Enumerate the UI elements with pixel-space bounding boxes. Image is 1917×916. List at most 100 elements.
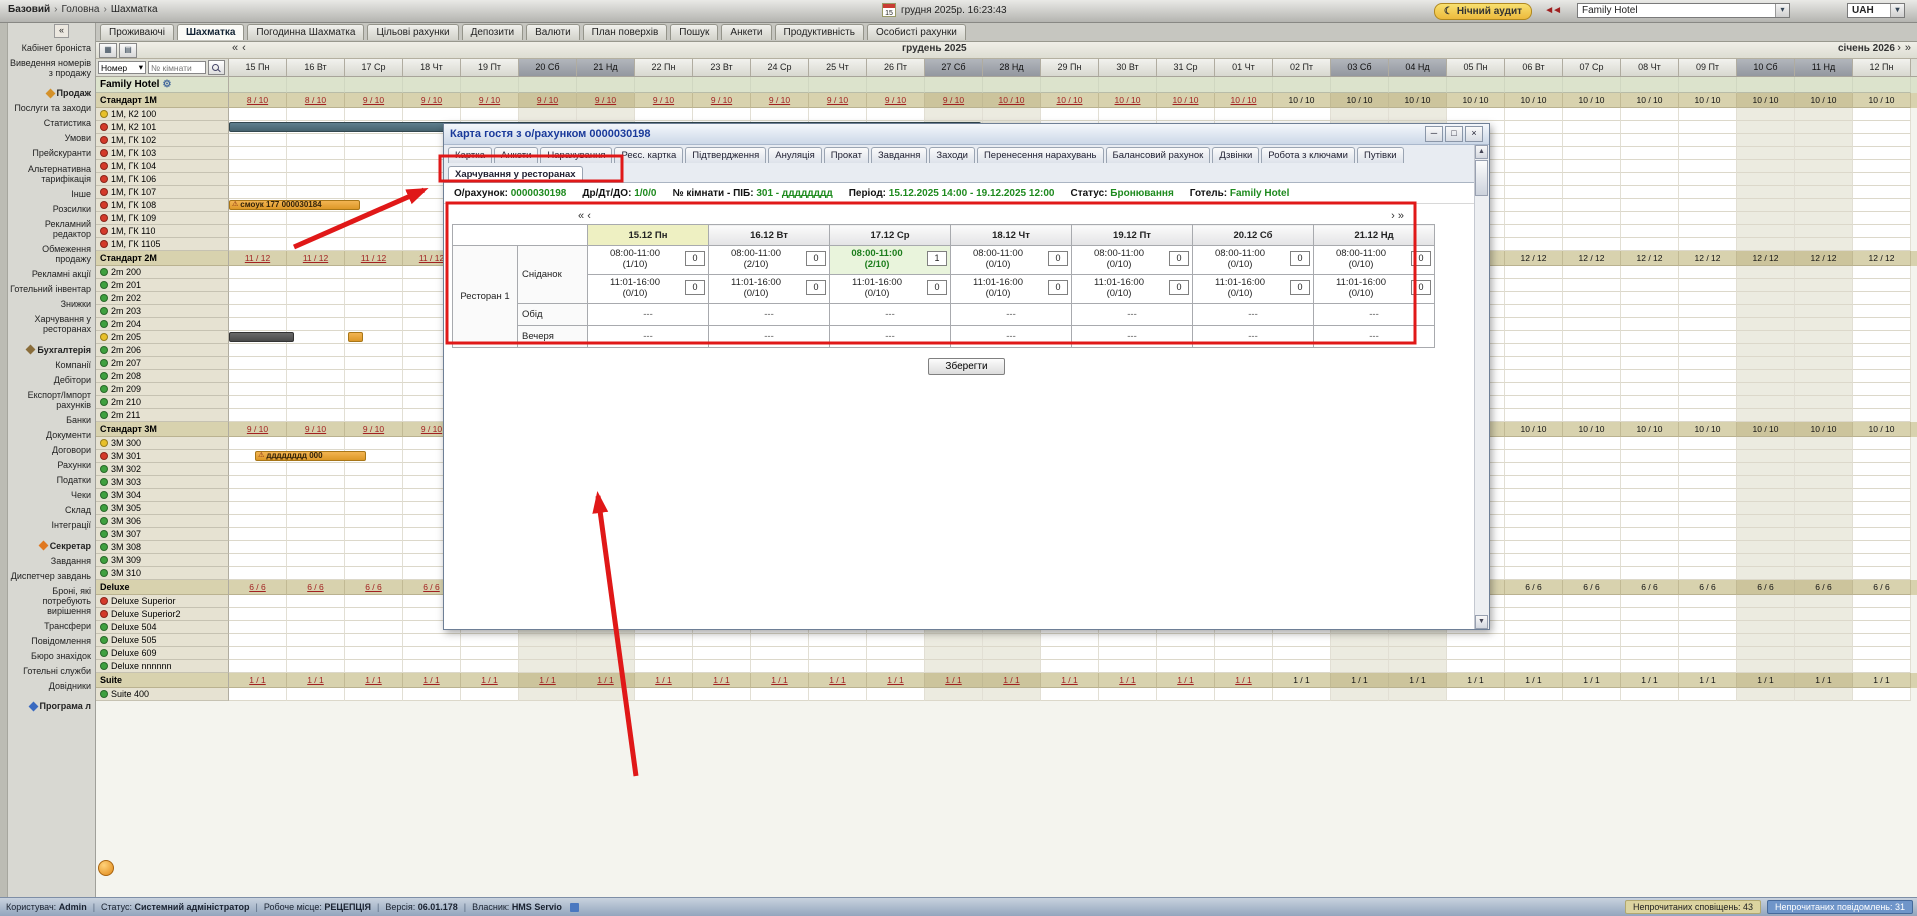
list-view-icon[interactable]: ▤ — [119, 43, 137, 58]
grid-cell[interactable] — [1737, 528, 1795, 541]
grid-cell[interactable] — [1853, 370, 1911, 383]
grid-cell[interactable] — [1679, 634, 1737, 647]
grid-cell[interactable] — [983, 688, 1041, 701]
grid-cell[interactable] — [1505, 160, 1563, 173]
grid-cell[interactable] — [345, 608, 403, 621]
room-label[interactable]: 3М 309 — [96, 554, 229, 567]
grid-cell[interactable] — [345, 134, 403, 147]
grid-cell[interactable] — [1795, 541, 1853, 554]
sidebar-item[interactable]: Повідомлення — [8, 636, 91, 646]
grid-cell[interactable] — [229, 318, 287, 331]
grid-cell[interactable] — [1679, 450, 1737, 463]
sidebar-item[interactable]: Довідники — [8, 681, 91, 691]
grid-cell[interactable] — [1795, 595, 1853, 608]
availability-link[interactable]: 9 / 10 — [827, 95, 848, 105]
pager-prev-button[interactable]: ‹ — [587, 210, 591, 222]
grid-cell[interactable] — [345, 396, 403, 409]
availability-link[interactable]: 9 / 10 — [363, 95, 384, 105]
grid-cell[interactable] — [1621, 450, 1679, 463]
grid-cell[interactable] — [1563, 108, 1621, 121]
grid-cell[interactable] — [1737, 660, 1795, 673]
day-header-cell[interactable]: 23 Вт — [693, 59, 751, 76]
grid-cell[interactable] — [1331, 634, 1389, 647]
day-header-cell[interactable]: 29 Пн — [1041, 59, 1099, 76]
grid-cell[interactable] — [229, 647, 287, 660]
grid-cell[interactable] — [1737, 437, 1795, 450]
meal-qty-input[interactable]: 1 — [927, 251, 947, 266]
grid-cell[interactable] — [1505, 660, 1563, 673]
grid-cell[interactable] — [1853, 502, 1911, 515]
grid-cell[interactable] — [1737, 318, 1795, 331]
grid-cell[interactable] — [1795, 266, 1853, 279]
grid-cell[interactable] — [1737, 331, 1795, 344]
grid-cell[interactable] — [1737, 173, 1795, 186]
grid-cell[interactable] — [1795, 160, 1853, 173]
grid-cell[interactable] — [229, 437, 287, 450]
grid-cell[interactable] — [1853, 331, 1911, 344]
grid-cell[interactable] — [1621, 134, 1679, 147]
sidebar-item[interactable]: Виведення номерів з продажу — [8, 58, 91, 78]
grid-cell[interactable] — [1795, 489, 1853, 502]
grid-cell[interactable] — [1621, 396, 1679, 409]
grid-cell[interactable] — [1505, 292, 1563, 305]
modal-tab[interactable]: Заходи — [929, 147, 975, 163]
tab-meals-in-restaurants[interactable]: Харчування у ресторанах — [448, 166, 583, 182]
modal-tab[interactable]: Реєс. картка — [614, 147, 683, 163]
grid-cell[interactable] — [345, 567, 403, 580]
first-page-button[interactable]: « — [232, 42, 238, 54]
grid-cell[interactable] — [345, 437, 403, 450]
grid-cell[interactable] — [1157, 108, 1215, 121]
grid-cell[interactable] — [345, 160, 403, 173]
grid-cell[interactable] — [1563, 396, 1621, 409]
day-header-cell[interactable]: 08 Чт — [1621, 59, 1679, 76]
grid-cell[interactable] — [1795, 344, 1853, 357]
pager-first-button[interactable]: « — [578, 210, 584, 222]
grid-cell[interactable] — [635, 634, 693, 647]
grid-cell[interactable] — [1795, 688, 1853, 701]
grid-cell[interactable] — [809, 634, 867, 647]
grid-cell[interactable] — [693, 647, 751, 660]
availability-link[interactable]: 9 / 10 — [885, 95, 906, 105]
grid-cell[interactable] — [1853, 121, 1911, 134]
grid-cell[interactable] — [1853, 292, 1911, 305]
grid-cell[interactable] — [287, 160, 345, 173]
grid-cell[interactable] — [1621, 437, 1679, 450]
grid-cell[interactable] — [1563, 147, 1621, 160]
room-label[interactable]: Deluxe nnnnnn — [96, 660, 229, 673]
grid-cell[interactable] — [983, 647, 1041, 660]
grid-cell[interactable] — [1505, 199, 1563, 212]
app-tab[interactable]: Цільові рахунки — [367, 24, 458, 40]
grid-cell[interactable] — [345, 463, 403, 476]
grid-cell[interactable] — [1621, 383, 1679, 396]
grid-cell[interactable] — [1563, 463, 1621, 476]
modal-tab[interactable]: Анкети — [494, 147, 538, 163]
room-label[interactable]: Deluxe 505 — [96, 634, 229, 647]
meal-slot-cell[interactable]: 11:01-16:00(0/10)0 — [1193, 275, 1314, 304]
grid-cell[interactable] — [1505, 502, 1563, 515]
grid-cell[interactable] — [867, 634, 925, 647]
grid-cell[interactable] — [229, 541, 287, 554]
grid-cell[interactable] — [867, 647, 925, 660]
day-header-cell[interactable]: 06 Вт — [1505, 59, 1563, 76]
currency-select[interactable]: UAH ▾ — [1847, 3, 1905, 18]
meal-empty-cell[interactable]: --- — [1193, 304, 1314, 326]
sidebar-collapse-icon[interactable]: « — [54, 24, 69, 38]
grid-cell[interactable] — [809, 108, 867, 121]
room-label[interactable]: 1М, ГК 102 — [96, 134, 229, 147]
day-header-cell[interactable]: 11 Нд — [1795, 59, 1853, 76]
grid-cell[interactable] — [287, 370, 345, 383]
grid-cell[interactable] — [1737, 647, 1795, 660]
grid-cell[interactable] — [287, 437, 345, 450]
availability-link[interactable]: 9 / 10 — [363, 424, 384, 434]
availability-link[interactable]: 1 / 1 — [829, 675, 846, 685]
room-label[interactable]: 3М 300 — [96, 437, 229, 450]
modal-tab[interactable]: Ануляція — [768, 147, 822, 163]
grid-cell[interactable] — [809, 647, 867, 660]
day-header-cell[interactable]: 22 Пн — [635, 59, 693, 76]
grid-cell[interactable] — [287, 147, 345, 160]
meal-qty-input[interactable]: 0 — [1048, 280, 1068, 295]
grid-cell[interactable] — [1853, 528, 1911, 541]
grid-cell[interactable] — [345, 318, 403, 331]
grid-cell[interactable] — [287, 279, 345, 292]
room-number-input[interactable] — [148, 61, 206, 74]
